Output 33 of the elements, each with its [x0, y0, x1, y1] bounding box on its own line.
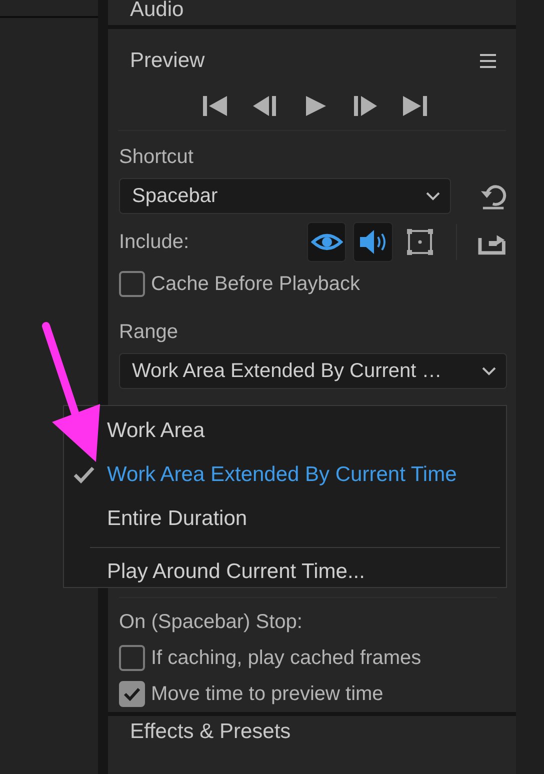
menu-item[interactable]: Work Area Extended By Current Time [64, 453, 506, 497]
menu-item[interactable]: Work Area [64, 409, 506, 453]
panel-title: Audio [130, 0, 185, 22]
step-forward-icon[interactable] [352, 94, 378, 118]
field-label: Include: [119, 230, 190, 254]
menu-item[interactable]: Entire Duration [64, 497, 506, 541]
menu-icon[interactable] [480, 54, 496, 68]
chevron-icon [482, 366, 496, 376]
checkmark-icon [73, 466, 95, 484]
checkbox-label: Move time to preview time [151, 682, 384, 706]
panel-title: Effects & Presets [130, 720, 292, 744]
checkbox[interactable] [119, 271, 145, 297]
dropdown-value: Spacebar [132, 184, 218, 208]
step-back-icon[interactable] [252, 94, 278, 118]
skip-to-start-icon[interactable] [202, 94, 228, 118]
section-label: Shortcut [119, 145, 194, 169]
dropdown-value: Work Area Extended By Current … [132, 360, 442, 382]
checkbox-label: Cache Before Playback [151, 272, 360, 296]
reset-icon[interactable] [479, 182, 507, 210]
checkbox-label: If caching, play cached frames [151, 646, 422, 670]
skip-to-end-icon[interactable] [402, 94, 428, 118]
eye-toggle[interactable] [306, 222, 346, 262]
chevron-icon [426, 192, 440, 200]
menu-item[interactable]: Play Around Current Time... [64, 550, 506, 594]
section-label: Range [119, 320, 179, 344]
panel-title: Preview [130, 48, 205, 74]
checkmark-icon [123, 686, 141, 702]
checkbox[interactable] [119, 681, 145, 707]
range-dropdown[interactable]: Work Area Extended By Current … [119, 353, 507, 389]
section-label: On (Spacebar) Stop: [119, 610, 304, 634]
checkbox[interactable] [119, 645, 145, 671]
speaker-toggle[interactable] [353, 222, 393, 262]
shortcut-dropdown[interactable]: Spacebar [119, 178, 452, 214]
